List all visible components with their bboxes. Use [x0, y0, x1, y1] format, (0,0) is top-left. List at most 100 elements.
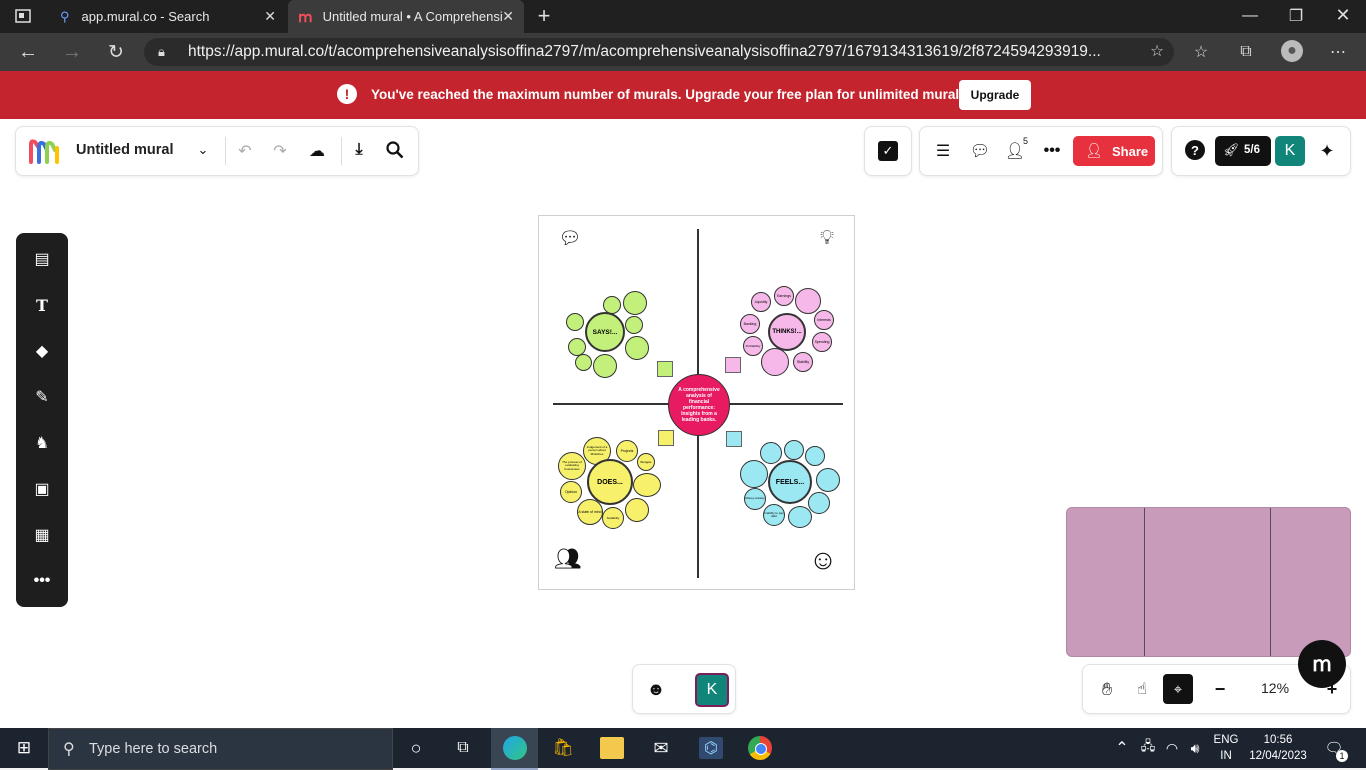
- browser-menu-icon[interactable]: ⋯: [1327, 41, 1349, 63]
- zoom-out-icon[interactable]: −: [1209, 677, 1231, 701]
- clock[interactable]: 10:56 12/04/2023: [1244, 732, 1312, 764]
- wifi-icon[interactable]: ◠: [1162, 738, 1182, 758]
- collaboration-panel: ☰ 💬︎ 👤︎ 5 ••• 👤︎ Share: [919, 126, 1163, 176]
- tab-mural[interactable]: ⅿ Untitled mural • A Comprehensiv ✕: [288, 0, 524, 33]
- sticky-note-icon[interactable]: ▤: [31, 248, 53, 270]
- touch-select-icon[interactable]: ☝︎: [1130, 677, 1154, 701]
- thinks-item: Spending: [814, 340, 830, 344]
- facilitator-avatar[interactable]: K: [695, 673, 729, 707]
- center-topic[interactable]: A comprehensive analysis of financial pe…: [668, 374, 730, 436]
- map-pin-icon[interactable]: ⌖: [1163, 674, 1193, 704]
- does-bubble: Opinion: [560, 481, 582, 503]
- empathy-map-board[interactable]: 💬︎ 💡︎ 👥︎ ☺︎ SAYS!... Liquidity Earnings …: [538, 215, 855, 590]
- new-tab-icon[interactable]: +: [534, 3, 554, 28]
- does-item: Judgement of a person about Ministries: [586, 444, 608, 456]
- mural-canvas[interactable]: Untitled mural ⌄ ↶ ↷ ☁︎ ⤓ ✓ ☰ 💬︎ 👤︎ 5 ••…: [0, 119, 1366, 728]
- feels-item: Money anxiety: [745, 496, 765, 501]
- chevron-down-icon[interactable]: ⌄: [194, 140, 212, 160]
- input-language[interactable]: ENG IN: [1212, 732, 1240, 764]
- edge-taskbar-icon[interactable]: [491, 728, 538, 770]
- feels-bubble: Inability to pay debt: [763, 504, 785, 526]
- minimap[interactable]: [1066, 507, 1351, 657]
- templates-llama-icon[interactable]: ♞: [31, 432, 53, 454]
- thinks-item: Interests: [817, 318, 831, 322]
- minimize-icon[interactable]: —: [1240, 6, 1260, 26]
- restore-icon[interactable]: ❐: [1286, 6, 1306, 26]
- thinks-bubble: Spending: [812, 332, 832, 352]
- mural-logo-icon[interactable]: [28, 138, 62, 164]
- close-window-icon[interactable]: ✕: [1333, 5, 1353, 25]
- mail-icon[interactable]: ✉︎: [649, 737, 673, 759]
- avatar[interactable]: K: [1275, 136, 1305, 166]
- checkbox-icon[interactable]: ✓: [878, 141, 898, 161]
- redo-icon[interactable]: ↷: [269, 140, 291, 162]
- windows-taskbar: ⊞ ⚲ Type here to search ○ ⧉ 🛍︎ ✉︎ ⌬ ⌃ 🖧︎…: [0, 728, 1366, 770]
- thinks-label: THINKS!...: [772, 329, 802, 335]
- close-tab-icon[interactable]: ✕: [264, 8, 276, 25]
- shapes-icon[interactable]: ◆: [31, 340, 53, 362]
- does-item: A state of mind: [578, 510, 602, 514]
- share-button[interactable]: 👤︎ Share: [1073, 136, 1155, 166]
- more-tools-icon[interactable]: •••: [31, 570, 53, 592]
- text-icon[interactable]: T: [31, 294, 53, 316]
- alert-icon: !: [337, 84, 357, 104]
- does-item: The process of evaluating businesses: [562, 459, 582, 471]
- back-icon[interactable]: ←: [17, 41, 39, 63]
- feels-bubble: [788, 506, 812, 528]
- pen-icon[interactable]: ✎: [31, 386, 53, 408]
- undo-icon[interactable]: ↶: [234, 140, 256, 162]
- profile-icon[interactable]: ●: [1281, 40, 1303, 62]
- thinks-sticky[interactable]: [725, 357, 741, 373]
- mural-title[interactable]: Untitled mural: [76, 142, 173, 158]
- edge-icon: [503, 736, 527, 760]
- volume-icon[interactable]: 🔊︎: [1185, 738, 1205, 758]
- feels-bubble: [760, 442, 782, 464]
- says-sticky[interactable]: [657, 361, 673, 377]
- does-bubble: A state of mind: [577, 499, 603, 525]
- cloud-saved-icon[interactable]: ☁︎: [305, 140, 329, 162]
- vscode-icon[interactable]: ⌬: [699, 737, 723, 759]
- taskbar-search-box[interactable]: ⚲ Type here to search: [48, 728, 393, 770]
- refresh-icon[interactable]: ↻: [105, 41, 127, 63]
- search-icon: ⚲: [63, 741, 75, 758]
- file-explorer-icon[interactable]: [600, 737, 624, 759]
- cortana-icon[interactable]: ○: [405, 737, 427, 759]
- windows-start-icon[interactable]: ⊞: [14, 738, 34, 758]
- tab-search[interactable]: ⚲ app.mural.co - Search ✕: [48, 0, 286, 33]
- search-icon[interactable]: [384, 139, 406, 161]
- favorites-icon[interactable]: ☆: [1190, 41, 1212, 63]
- says-bubble: [625, 336, 649, 360]
- outline-icon[interactable]: ☰: [932, 140, 954, 162]
- close-tab-icon[interactable]: ✕: [502, 8, 514, 25]
- address-bar[interactable]: 🔒︎ https://app.mural.co/t/acomprehensive…: [144, 38, 1174, 66]
- thinks-bubble: Liquidity: [751, 292, 771, 312]
- forward-icon[interactable]: →: [61, 41, 83, 63]
- chrome-icon[interactable]: [748, 736, 772, 760]
- zoom-level[interactable]: 12%: [1261, 680, 1289, 696]
- collections-icon[interactable]: ⧉: [1235, 41, 1257, 63]
- upgrade-button[interactable]: Upgrade: [959, 80, 1031, 110]
- onboarding-button[interactable]: 🚀︎ 5/6: [1215, 136, 1271, 166]
- store-icon[interactable]: 🛍︎: [552, 737, 574, 759]
- network-icon[interactable]: 🖧︎: [1138, 738, 1158, 758]
- tab-actions-icon[interactable]: [14, 8, 32, 24]
- add-favorite-icon[interactable]: ☆: [1150, 38, 1164, 66]
- show-hidden-icons-icon[interactable]: ⌃: [1114, 738, 1130, 758]
- does-item: Suitability: [606, 516, 620, 520]
- mural-assistant-icon[interactable]: ⅿ: [1298, 640, 1346, 688]
- does-center: DOES...: [587, 459, 633, 505]
- emoji-reaction-icon[interactable]: ☻: [645, 678, 667, 700]
- thinks-cluster: Liquidity Earnings Banking Interests Pro…: [738, 286, 838, 378]
- help-icon[interactable]: ?: [1185, 140, 1205, 160]
- does-label: DOES...: [597, 478, 623, 486]
- sparkle-icon[interactable]: ✦: [1315, 139, 1339, 163]
- clock-time: 10:56: [1263, 734, 1293, 746]
- task-view-icon[interactable]: ⧉: [452, 737, 474, 759]
- comments-icon[interactable]: 💬︎: [969, 140, 991, 162]
- more-icon[interactable]: •••: [1041, 140, 1063, 162]
- apps-grid-icon[interactable]: ▦: [31, 524, 53, 546]
- image-icon[interactable]: ▣: [31, 478, 53, 500]
- download-icon[interactable]: ⤓: [348, 139, 370, 161]
- hand-pan-icon[interactable]: ✋︎: [1095, 677, 1119, 701]
- onboarding-progress: 5/6: [1244, 144, 1260, 156]
